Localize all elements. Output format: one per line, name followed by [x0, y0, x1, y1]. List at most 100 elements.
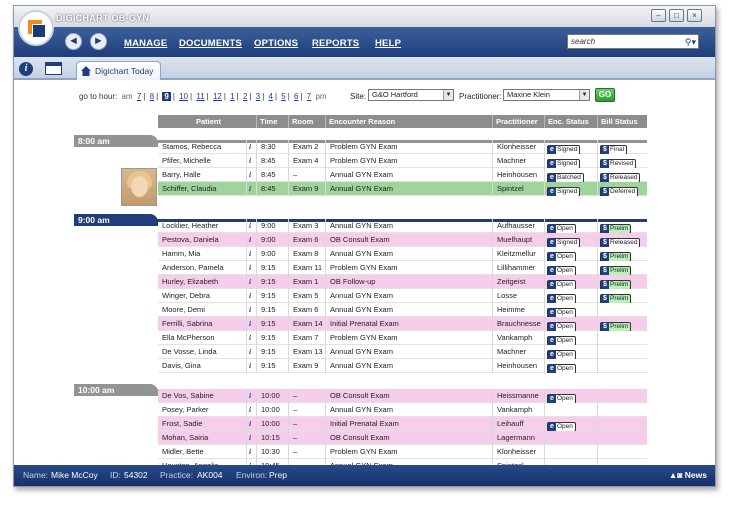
enc-status-badge[interactable]: e Open — [547, 422, 576, 431]
table-row[interactable]: De Vos, Sabine i 10:00– OB Consult Exam Heis… — [158, 389, 647, 403]
bill-status-badge[interactable]: $ Released — [600, 238, 641, 247]
news-button[interactable]: ▲◙ News — [669, 465, 707, 486]
enc-status-badge[interactable]: e Open — [547, 280, 576, 289]
table-row[interactable]: Winger, Debra i 9:15 Exam 5 Annual GYN Exam L… — [158, 289, 647, 303]
practitioner-select[interactable]: Maxine Klein ▼ — [503, 89, 590, 101]
bill-status-badge[interactable]: $ Prelim — [600, 252, 632, 261]
hour-link-selected[interactable]: 9 — [162, 92, 171, 101]
info-icon[interactable]: i — [246, 233, 256, 247]
info-icon[interactable]: i — [246, 403, 256, 417]
info-icon[interactable]: i — [246, 275, 256, 289]
table-row[interactable]: Anderson, Pamela i 9:15 Exam 11 Problem GYN … — [158, 261, 647, 275]
maximize-button[interactable]: □ — [669, 9, 684, 22]
info-icon[interactable]: i — [246, 261, 256, 275]
hour-link[interactable]: 5 — [281, 92, 285, 101]
col-patient[interactable]: Patient — [158, 115, 256, 128]
info-icon[interactable]: i — [246, 331, 256, 345]
bill-status-badge[interactable]: $ Prelim — [600, 224, 632, 233]
enc-status-badge[interactable]: e Open — [547, 322, 576, 331]
menu-reports[interactable]: REPORTS — [312, 38, 359, 49]
calendar-icon[interactable] — [45, 62, 62, 75]
go-button[interactable]: GO — [595, 88, 615, 102]
info-icon[interactable]: i — [246, 219, 256, 233]
info-icon[interactable]: i — [246, 317, 256, 331]
search-input[interactable]: search ⚲▾ — [567, 34, 699, 49]
tab-digichart-today[interactable]: Digichart Today — [76, 61, 161, 80]
bill-status-badge[interactable]: $ Deferred — [600, 187, 639, 196]
enc-status-badge[interactable]: e Open — [547, 252, 576, 261]
close-button[interactable]: × — [687, 9, 702, 22]
enc-status-badge[interactable]: e Signed — [547, 238, 581, 247]
bill-status-badge[interactable]: $ Prelim — [600, 280, 632, 289]
chevron-down-icon[interactable]: ▼ — [579, 90, 589, 100]
col-bill-status[interactable]: Bill Status — [597, 115, 647, 128]
enc-status-badge[interactable]: e Open — [547, 350, 576, 359]
hour-link[interactable]: 7 — [307, 92, 311, 101]
back-icon[interactable]: ◄ — [65, 33, 82, 50]
table-row[interactable]: Davis, Gina i 9:15 Exam 9 Annual GYN Exam Hei… — [158, 359, 647, 373]
table-row[interactable]: De Vosse, Linda i 9:15 Exam 13 Annual GYN Ex… — [158, 345, 647, 359]
enc-status-badge[interactable]: e Signed — [547, 145, 581, 154]
enc-status-badge[interactable]: e Batched — [547, 173, 584, 182]
hour-link[interactable]: 3 — [256, 92, 260, 101]
table-row[interactable]: Posey, Parker i 10:00– Annual GYN Exam Vanka… — [158, 403, 647, 417]
info-icon[interactable]: i — [246, 303, 256, 317]
col-practitioner[interactable]: Practitioner — [492, 115, 544, 128]
hour-link[interactable]: 6 — [294, 92, 298, 101]
info-icon[interactable]: i — [246, 182, 256, 196]
chevron-down-icon[interactable]: ▼ — [443, 90, 453, 100]
table-row[interactable]: Ella McPherson i 9:15 Exam 7 Problem GYN Exa… — [158, 331, 647, 345]
info-icon[interactable]: i — [19, 62, 33, 76]
hour-link[interactable]: 11 — [196, 92, 204, 101]
table-row[interactable]: Barry, Halle i 8:45– Annual GYN Exam Heinhou… — [158, 168, 647, 182]
table-row[interactable]: Frost, Sadie i 10:00– Initial Prenatal Exam… — [158, 417, 647, 431]
table-row[interactable]: Pestova, Daniela i 9:00 Exam 6 OB Consult Ex… — [158, 233, 647, 247]
hour-link[interactable]: 12 — [213, 92, 222, 101]
search-icon[interactable]: ⚲▾ — [685, 36, 696, 49]
info-icon[interactable]: i — [246, 140, 256, 154]
info-icon[interactable]: i — [246, 289, 256, 303]
info-icon[interactable]: i — [246, 359, 256, 373]
table-row[interactable]: Stamos, Rebecca i 8:30 Exam 2 Problem GYN Ex… — [158, 140, 647, 154]
info-icon[interactable]: i — [246, 247, 256, 261]
info-icon[interactable]: i — [246, 168, 256, 182]
table-row[interactable]: Hurley, Elizabeth i 9:15 Exam 1 OB Follow-up… — [158, 275, 647, 289]
table-row[interactable]: Hamm, Mia i 9:00 Exam 8 Annual GYN Exam Kleit… — [158, 247, 647, 261]
table-row[interactable]: Pfifer, Michelle i 8:45 Exam 4 Problem GYN E… — [158, 154, 647, 168]
table-row[interactable]: Mohan, Sairia i 10:15– OB Consult Exam Lager… — [158, 431, 647, 445]
hour-link[interactable]: 8 — [150, 92, 154, 101]
enc-status-badge[interactable]: e Open — [547, 308, 576, 317]
menu-options[interactable]: OPTIONS — [254, 38, 298, 49]
hour-link[interactable]: 7 — [137, 92, 141, 101]
bill-status-badge[interactable]: $ Released — [600, 173, 641, 182]
bill-status-badge[interactable]: $ Prelim — [600, 294, 632, 303]
table-row[interactable]: Midler, Bette i 10:30– Problem GYN Exam Klon… — [158, 445, 647, 459]
table-row[interactable]: Moore, Demi i 9:15 Exam 6 Annual GYN Exam Hei… — [158, 303, 647, 317]
forward-icon[interactable]: ► — [90, 33, 107, 50]
table-row[interactable]: Schiffer, Claudia i 8:45 Exam 9 Annual GYN E… — [158, 182, 647, 196]
info-icon[interactable]: i — [246, 345, 256, 359]
bill-status-badge[interactable]: $ Prelim — [600, 266, 632, 275]
hour-link[interactable]: 10 — [179, 92, 188, 101]
bill-status-badge[interactable]: $ Prelim — [600, 322, 632, 331]
menu-help[interactable]: HELP — [375, 38, 401, 49]
col-enc-status[interactable]: Enc. Status — [544, 115, 597, 128]
col-time[interactable]: Time — [256, 115, 288, 128]
info-icon[interactable]: i — [246, 445, 256, 459]
enc-status-badge[interactable]: e Signed — [547, 159, 581, 168]
enc-status-badge[interactable]: e Open — [547, 336, 576, 345]
info-icon[interactable]: i — [246, 431, 256, 445]
enc-status-badge[interactable]: e Open — [547, 266, 576, 275]
enc-status-badge[interactable]: e Open — [547, 294, 576, 303]
table-row[interactable]: Locklier, Heather i 9:00 Exam 3 Annual GYN E… — [158, 219, 647, 233]
enc-status-badge[interactable]: e Open — [547, 364, 576, 373]
enc-status-badge[interactable]: e Open — [547, 394, 576, 403]
bill-status-badge[interactable]: $ Revised — [600, 159, 637, 168]
menu-manage[interactable]: MANAGE — [124, 38, 167, 49]
info-icon[interactable]: i — [246, 389, 256, 403]
site-select[interactable]: G&O Hartford ▼ — [368, 89, 454, 101]
bill-status-badge[interactable]: $ Final — [600, 145, 628, 154]
table-row[interactable]: Ferrilli, Sabrina i 9:15 Exam 14 Initial Pre… — [158, 317, 647, 331]
menu-documents[interactable]: DOCUMENTS — [179, 38, 242, 49]
col-reason[interactable]: Encounter Reason — [325, 115, 492, 128]
